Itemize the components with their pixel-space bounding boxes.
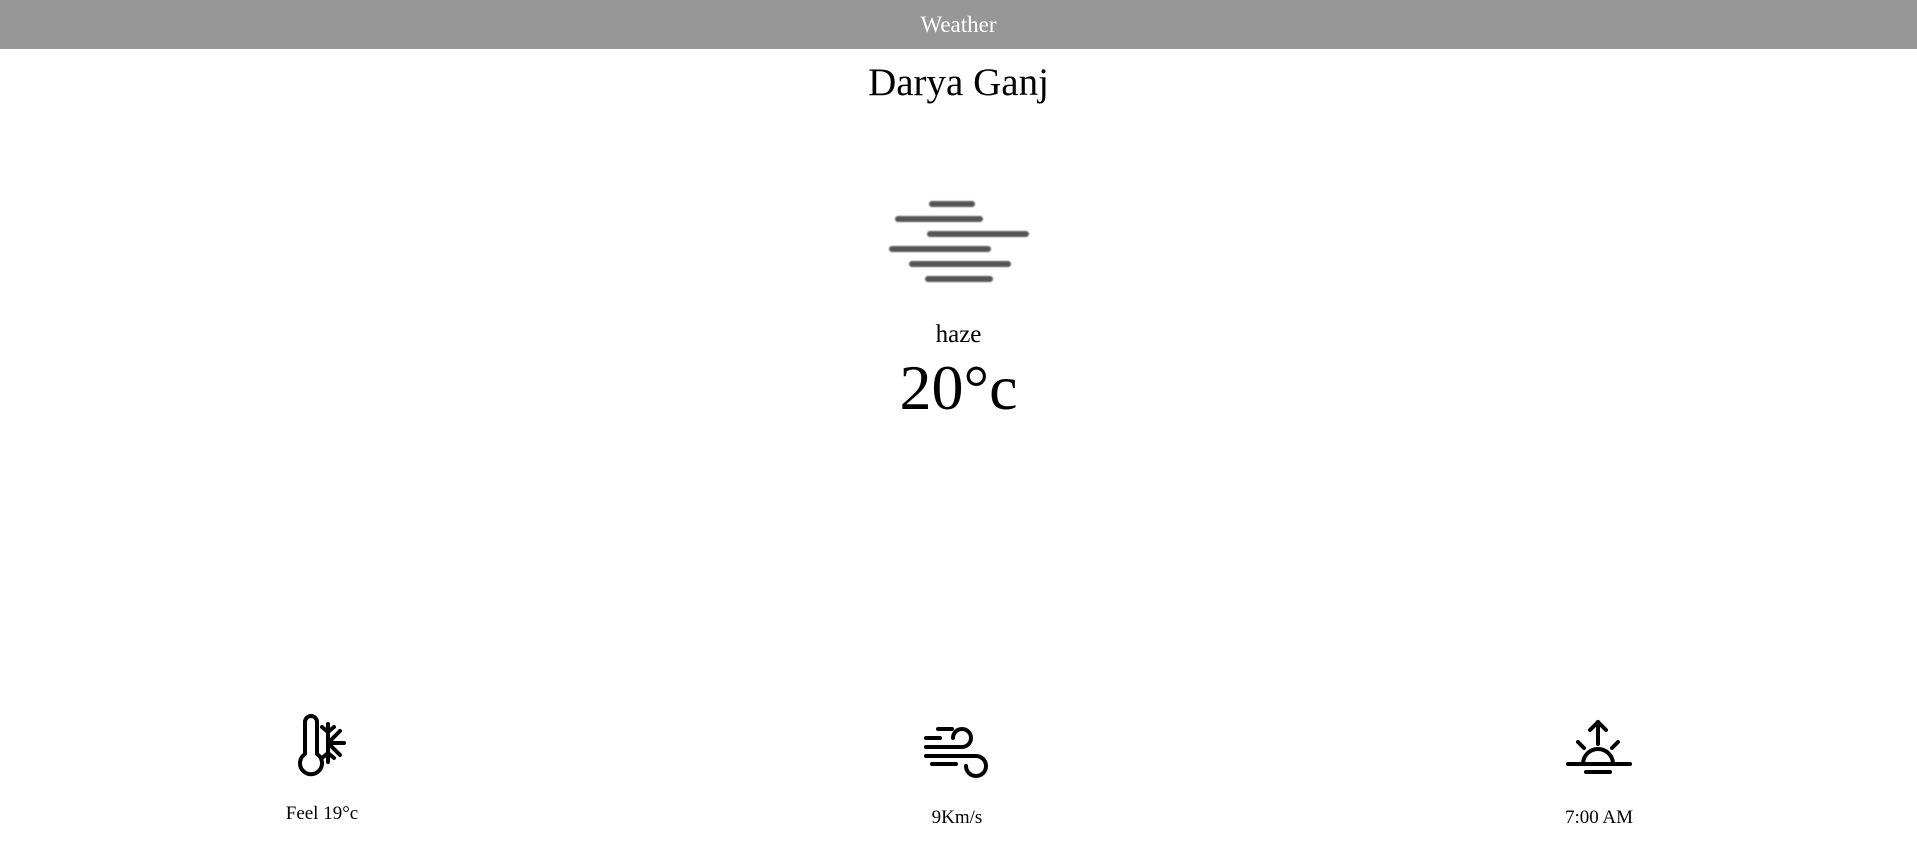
thermometer-snowflake-icon xyxy=(298,714,346,777)
wind-stat: 9Km/s xyxy=(857,716,1057,829)
sunrise-icon xyxy=(1566,720,1632,774)
app-title: Weather xyxy=(920,11,997,37)
sunrise-stat: 7:00 AM xyxy=(1499,716,1699,829)
feels-like-stat: Feel 19°c xyxy=(222,712,422,825)
app-header: Weather xyxy=(0,0,1917,49)
current-temperature: 20°c xyxy=(899,352,1018,423)
city-name: Darya Ganj xyxy=(868,61,1049,104)
haze-icon xyxy=(889,201,1029,282)
wind-icon xyxy=(924,727,988,778)
sunrise-time-label: 7:00 AM xyxy=(1564,807,1634,828)
wind-speed-label: 9Km/s xyxy=(931,807,983,828)
weather-condition: haze xyxy=(935,321,982,348)
feels-like-label: Feel 19°c xyxy=(285,803,359,824)
